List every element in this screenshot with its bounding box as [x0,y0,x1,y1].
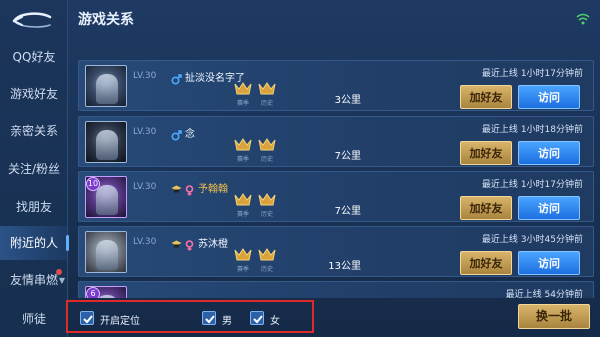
avatar[interactable]: 10 [85,176,127,218]
visit-button[interactable]: 访问 [518,141,580,165]
distance-label: 7公里 [334,151,361,162]
history-medal-icon [257,137,277,153]
notification-dot [56,269,62,275]
last-online-prefix: 最近上线 [481,180,518,190]
sidebar-item-label: 关注/粉丝 [7,162,61,176]
sidebar-item-qq-friends[interactable]: QQ好友 [0,40,68,74]
level-label: LV.30 [133,182,157,192]
last-online-time: 1小时18分钟前 [520,125,583,135]
sidebar-item-follow-fans[interactable]: 关注/粉丝 [0,152,68,186]
sidebar-item-nearby[interactable]: 附近的人 [0,226,69,260]
sidebar-item-label: 师徒 [21,312,46,326]
sidebar: QQ好友 游戏好友 亲密关系 关注/粉丝 找朋友 附近的人 友情串燃 ▼ 师徒 [0,0,69,337]
refresh-batch-button[interactable]: 换一批 [518,304,590,329]
level-label: LV.30 [133,127,157,137]
rank-badge: 10 [86,177,100,191]
level-label: LV.30 [133,71,157,81]
sidebar-item-label: 亲密关系 [9,124,58,138]
male-label: 男 [222,316,232,327]
sidebar-item-game-friends[interactable]: 游戏好友 [0,77,68,111]
season-label: 赛季 [237,211,250,218]
season-medal-icon [233,192,253,208]
distance-label: 3公里 [334,95,361,106]
last-online-time: 1小时17分钟前 [520,69,583,79]
sidebar-item-find-friends[interactable]: 找朋友 [0,190,68,224]
last-online: 最近上线 54分钟前 [506,287,583,298]
page-title: 游戏关系 [78,12,134,28]
sidebar-item-friendship[interactable]: 友情串燃 ▼ [0,263,68,297]
last-online: 最近上线 1小时18分钟前 [482,122,583,135]
player-name: 念 [185,129,195,140]
sidebar-item-label: 附近的人 [9,236,58,250]
male-checkbox[interactable] [202,311,216,325]
avatar[interactable] [85,65,127,107]
rank-badge: 6 [86,287,100,298]
list-item: 10 LV.30 予翰翰 赛季 历史 7公里 最近上线 1小时17分钟前 加好友… [78,171,594,222]
season-medal-icon [233,137,253,153]
history-medal-icon [257,192,277,208]
last-online-prefix: 最近上线 [481,125,518,135]
distance-label: 7公里 [334,206,361,217]
last-online-time: 1小时17分钟前 [520,180,583,190]
add-friend-button[interactable]: 加好友 [460,85,512,109]
history-label: 历史 [261,100,274,107]
male-icon [171,126,182,141]
sidebar-item-label: 游戏好友 [9,87,58,101]
location-label: 开启定位 [100,316,140,327]
graduation-cap-icon [171,180,182,193]
list-item: LV.30 苏沐橙 赛季 历史 13公里 最近上线 3小时45分钟前 加好友 访… [78,226,594,277]
add-friend-button[interactable]: 加好友 [460,196,512,220]
history-medal-icon [257,81,277,97]
sidebar-item-mentor[interactable]: 师徒 [0,302,68,336]
female-label: 女 [270,316,280,327]
list-item: LV.30 念 赛季 历史 7公里 最近上线 1小时18分钟前 加好友 访问 [78,116,594,167]
nearby-player-list: LV.30 扯淡没名字了 赛季 历史 3公里 最近上线 1小时17分钟前 加好友… [78,60,594,298]
last-online-prefix: 最近上线 [481,69,518,79]
player-name: 予翰翰 [198,184,228,195]
filter-bar: 开启定位 男 女 [66,300,314,333]
avatar[interactable] [85,121,127,163]
list-item: 6 最近上线 54分钟前 [78,281,594,298]
female-icon [184,181,195,196]
season-medal-icon [233,81,253,97]
season-label: 赛季 [237,266,250,273]
distance-label: 13公里 [328,261,361,272]
last-online-prefix: 最近上线 [505,290,542,298]
male-icon [171,70,182,85]
add-friend-button[interactable]: 加好友 [460,251,512,275]
season-label: 赛季 [237,156,250,163]
history-label: 历史 [261,266,274,273]
visit-button[interactable]: 访问 [518,251,580,275]
season-label: 赛季 [237,100,250,107]
history-label: 历史 [261,211,274,218]
last-online-prefix: 最近上线 [481,235,518,245]
level-label: LV.30 [133,237,157,247]
wifi-icon [576,11,590,25]
last-online: 最近上线 1小时17分钟前 [482,66,583,79]
last-online: 最近上线 1小时17分钟前 [482,177,583,190]
location-checkbox[interactable] [80,311,94,325]
history-medal-icon [257,247,277,263]
chevron-down-icon: ▼ [58,276,65,285]
sidebar-item-label: 找朋友 [15,200,52,214]
visit-button[interactable]: 访问 [518,196,580,220]
avatar[interactable]: 6 [85,286,127,298]
last-online: 最近上线 3小时45分钟前 [482,232,583,245]
graduation-cap-icon [171,235,182,248]
season-medal-icon [233,247,253,263]
sidebar-item-close-relations[interactable]: 亲密关系 [0,114,68,148]
female-checkbox[interactable] [250,311,264,325]
add-friend-button[interactable]: 加好友 [460,141,512,165]
last-online-time: 54分钟前 [544,290,583,298]
player-name: 苏沐橙 [198,239,228,250]
last-online-time: 3小时45分钟前 [520,235,583,245]
back-arrow-icon[interactable] [8,8,54,34]
visit-button[interactable]: 访问 [518,85,580,109]
sidebar-item-label: 友情串燃 [9,273,58,287]
list-item: LV.30 扯淡没名字了 赛季 历史 3公里 最近上线 1小时17分钟前 加好友… [78,60,594,111]
history-label: 历史 [261,156,274,163]
avatar[interactable] [85,231,127,273]
sidebar-item-label: QQ好友 [12,50,56,64]
female-icon [184,236,195,251]
